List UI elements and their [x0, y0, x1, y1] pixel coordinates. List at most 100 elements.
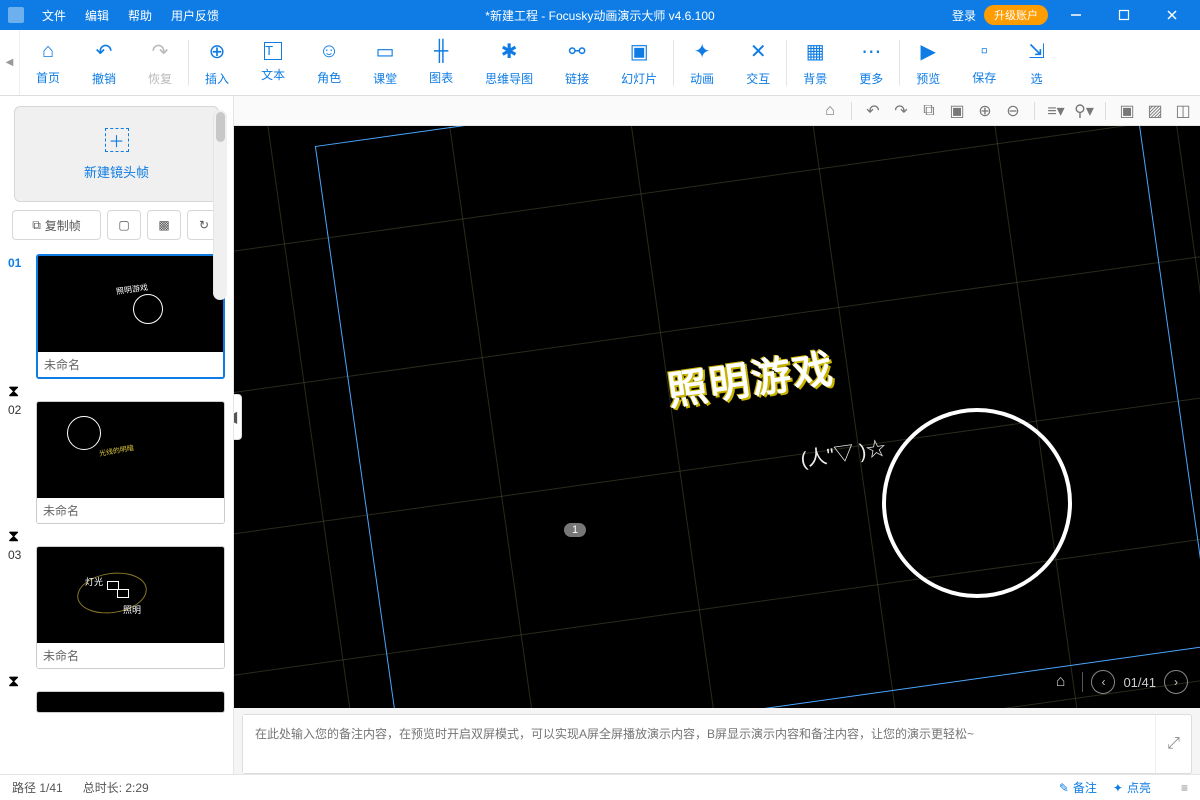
login-link[interactable]: 登录 [952, 7, 976, 24]
menu-bar: 文件 编辑 帮助 用户反馈 [34, 3, 227, 28]
nav-next-button[interactable]: › [1164, 670, 1188, 694]
insert-tool[interactable]: ⊕插入 [189, 30, 245, 95]
home-view-icon[interactable]: ⌂ [819, 100, 841, 122]
menu-feedback[interactable]: 用户反馈 [163, 3, 227, 28]
status-path: 路径 1/41 [12, 779, 63, 796]
thumbnail-02[interactable]: 02 光线的明暗未命名 [8, 401, 225, 524]
character-tool[interactable]: ☺角色 [301, 30, 357, 95]
thumbnail-04[interactable] [8, 691, 225, 713]
text-tool[interactable]: T文本 [245, 30, 301, 95]
zoom-out-icon[interactable]: ⊖ [1002, 100, 1024, 122]
canvas-marker-badge[interactable]: 1 [564, 523, 586, 537]
interaction-tool[interactable]: ✕交互 [730, 30, 786, 95]
status-bar: 路径 1/41 总时长: 2:29 ✎ 备注 ✦ 点亮 ≡ [0, 774, 1200, 800]
select-tool[interactable]: ⇲选 [1012, 30, 1061, 95]
copy-icon: ⧉ [32, 218, 41, 233]
frame-boundary [315, 126, 1200, 708]
refresh-icon: ↻ [199, 218, 209, 232]
copy-icon[interactable]: ⧉ [918, 100, 940, 122]
sidebar-scrollbar[interactable] [213, 110, 227, 300]
qr-icon: ▩ [158, 218, 169, 232]
background-tool[interactable]: ▦背景 [787, 30, 843, 95]
redo-icon: ↷ [152, 39, 169, 64]
thumbnail-list[interactable]: 01 照明游戏未命名 ⧗ 02 光线的明暗未命名 ⧗ 03 灯光照明未命名 ⧗ [0, 250, 233, 774]
collapse-toolbar-button[interactable]: ◀ [0, 30, 20, 95]
status-duration: 总时长: 2:29 [83, 779, 149, 796]
undo-icon: ↶ [96, 39, 113, 64]
more-tool[interactable]: ⋯更多 [843, 30, 899, 95]
canvas-nav-overlay: ⌂ ‹ 01/41 › [1046, 668, 1188, 696]
interaction-icon: ✕ [750, 39, 767, 64]
plus-circle-icon: ⊕ [209, 39, 226, 64]
home-tool[interactable]: ⌂首页 [20, 30, 76, 95]
app-logo-icon [8, 7, 24, 23]
mindmap-tool[interactable]: ✱思维导图 [469, 30, 549, 95]
status-note-button[interactable]: ✎ 备注 [1059, 779, 1097, 796]
thumbnail-01[interactable]: 01 照明游戏未命名 [8, 254, 225, 379]
rotate-left-icon[interactable]: ↶ [862, 100, 884, 122]
notes-input[interactable] [243, 715, 1155, 773]
qr-button[interactable]: ▩ [147, 210, 181, 240]
transition-icon[interactable]: ⧗ [8, 528, 225, 546]
sparkle-icon: ✦ [694, 39, 711, 64]
link-icon: ⚯ [569, 39, 586, 64]
zoom-in-icon[interactable]: ⊕ [974, 100, 996, 122]
page-indicator: 01/41 [1123, 675, 1156, 690]
play-icon: ▶ [921, 39, 936, 64]
canvas[interactable]: 照明游戏 (人"▽ )☆ 1 ◀ ⌂ ‹ 01/41 › [234, 126, 1200, 708]
close-button[interactable] [1152, 1, 1192, 29]
status-menu-icon[interactable]: ≡ [1181, 779, 1188, 796]
title-bar: 文件 编辑 帮助 用户反馈 *新建工程 - Focusky动画演示大师 v4.6… [0, 0, 1200, 30]
lock-icon[interactable]: ⚲▾ [1073, 100, 1095, 122]
window-title: *新建工程 - Focusky动画演示大师 v4.6.100 [485, 7, 714, 24]
status-like-button[interactable]: ✦ 点亮 [1113, 779, 1151, 796]
mindmap-icon: ✱ [501, 39, 518, 64]
new-frame-button[interactable]: ＋ 新建镜头帧 [14, 106, 219, 202]
transition-icon[interactable]: ⧗ [8, 673, 225, 691]
preview-tool[interactable]: ▶预览 [900, 30, 956, 95]
panel-collapse-handle[interactable]: ◀ [234, 394, 242, 440]
align-icon[interactable]: ≡▾ [1045, 100, 1067, 122]
menu-file[interactable]: 文件 [34, 3, 74, 28]
nav-home-icon[interactable]: ⌂ [1046, 668, 1074, 696]
expand-notes-button[interactable]: ⤢ [1155, 715, 1191, 773]
crop-icon[interactable]: ◫ [1172, 100, 1194, 122]
chart-tool[interactable]: ╫图表 [413, 30, 469, 95]
nav-prev-button[interactable]: ‹ [1091, 670, 1115, 694]
camera-icon: ▢ [118, 218, 129, 232]
image-icon[interactable]: ▨ [1144, 100, 1166, 122]
slide-icon: ▣ [630, 39, 649, 64]
slide-tool[interactable]: ▣幻灯片 [605, 30, 673, 95]
classroom-tool[interactable]: ▭课堂 [357, 30, 413, 95]
canvas-toolbar: ⌂ ↶ ↷ ⧉ ▣ ⊕ ⊖ ≡▾ ⚲▾ ▣ ▨ ◫ [234, 96, 1200, 126]
animation-tool[interactable]: ✦动画 [674, 30, 730, 95]
chart-icon: ╫ [434, 40, 448, 63]
canvas-circle-shape[interactable] [882, 408, 1072, 598]
plus-icon: ＋ [105, 128, 129, 152]
redo-tool[interactable]: ↷恢复 [132, 30, 188, 95]
link-tool[interactable]: ⚯链接 [549, 30, 605, 95]
menu-help[interactable]: 帮助 [120, 3, 160, 28]
person-icon: ☺ [319, 40, 339, 63]
camera-icon[interactable]: ▣ [1116, 100, 1138, 122]
home-icon: ⌂ [42, 40, 54, 63]
maximize-button[interactable] [1104, 1, 1144, 29]
menu-edit[interactable]: 编辑 [77, 3, 117, 28]
text-icon: T [264, 42, 282, 60]
camera-button[interactable]: ▢ [107, 210, 141, 240]
board-icon: ▭ [376, 39, 395, 64]
thumbnail-03[interactable]: 03 灯光照明未命名 [8, 546, 225, 669]
frames-sidebar: ＋ 新建镜头帧 ⧉复制帧 ▢ ▩ ↻ 01 照明游戏未命名 ⧗ 02 光线的明暗… [0, 96, 234, 774]
transition-icon[interactable]: ⧗ [8, 383, 225, 401]
save-tool[interactable]: ▫保存 [956, 30, 1012, 95]
rotate-right-icon[interactable]: ↷ [890, 100, 912, 122]
minimize-button[interactable] [1056, 1, 1096, 29]
save-icon: ▫ [981, 40, 988, 63]
export-icon: ⇲ [1028, 39, 1045, 64]
paste-icon[interactable]: ▣ [946, 100, 968, 122]
background-icon: ▦ [806, 39, 825, 64]
copy-frame-button[interactable]: ⧉复制帧 [12, 210, 101, 240]
upgrade-button[interactable]: 升级账户 [984, 5, 1048, 25]
notes-panel: ⤢ [242, 714, 1192, 774]
undo-tool[interactable]: ↶撤销 [76, 30, 132, 95]
